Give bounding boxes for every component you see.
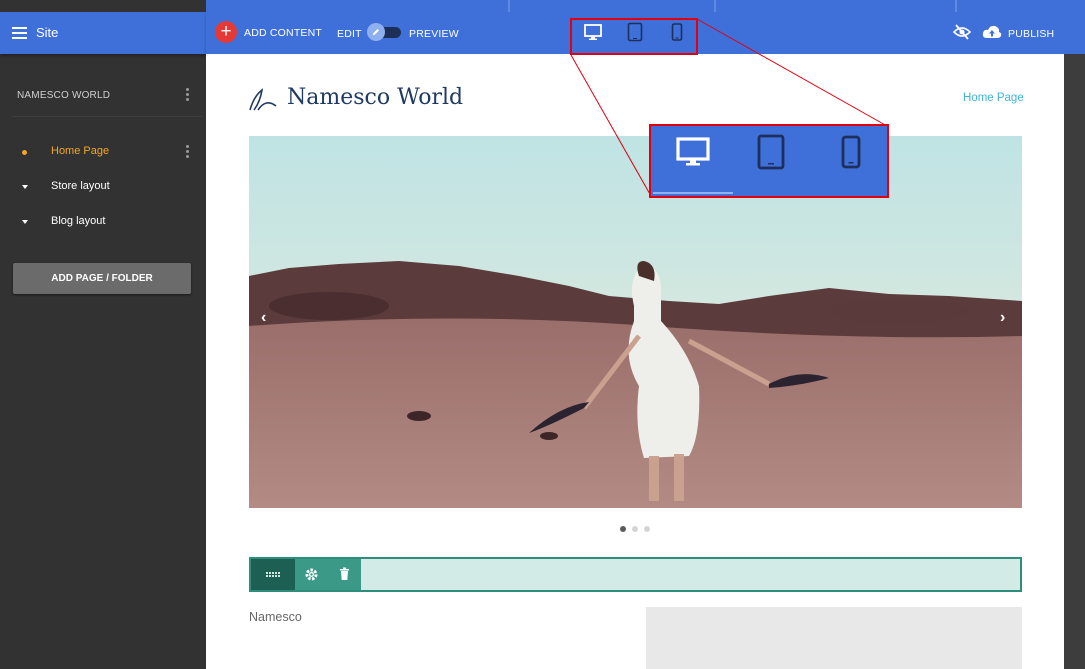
zoom-callout-frame: [649, 124, 889, 198]
callout-lines: [570, 18, 888, 197]
